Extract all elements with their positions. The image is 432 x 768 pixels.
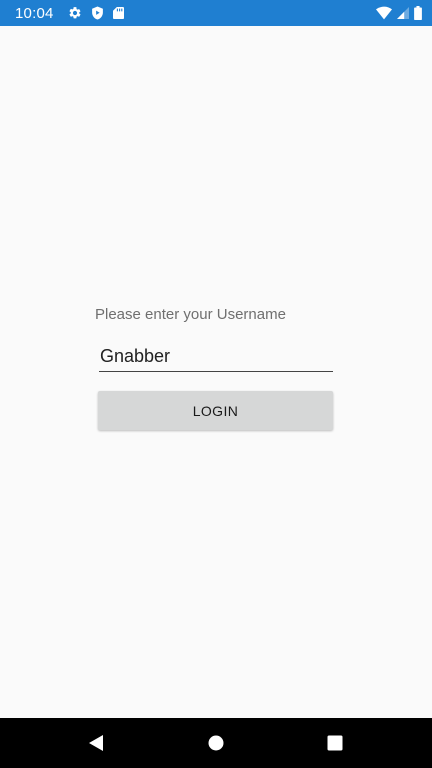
play-protect-icon <box>91 6 103 20</box>
navigation-bar <box>0 718 432 768</box>
back-button[interactable] <box>66 718 126 768</box>
settings-icon <box>69 7 81 19</box>
status-time: 10:04 <box>15 4 54 22</box>
notification-icons <box>68 6 124 20</box>
sd-card-icon <box>112 6 124 20</box>
back-icon <box>89 735 103 751</box>
battery-icon <box>414 6 422 20</box>
status-bar-left: 10:04 <box>15 5 124 22</box>
recents-button[interactable] <box>305 718 365 768</box>
home-icon <box>208 735 224 751</box>
wifi-icon <box>376 6 392 20</box>
login-button[interactable]: LOGIN <box>98 391 333 430</box>
cell-signal-icon <box>397 7 409 19</box>
app-screen: 10:04 Please enter your Username Gnabber… <box>0 0 432 768</box>
username-input[interactable] <box>99 342 333 372</box>
status-bar: 10:04 <box>0 0 432 26</box>
username-prompt-label: Please enter your Username <box>95 306 286 323</box>
status-bar-right <box>376 6 422 20</box>
recents-icon <box>327 735 343 751</box>
home-button[interactable] <box>186 718 246 768</box>
